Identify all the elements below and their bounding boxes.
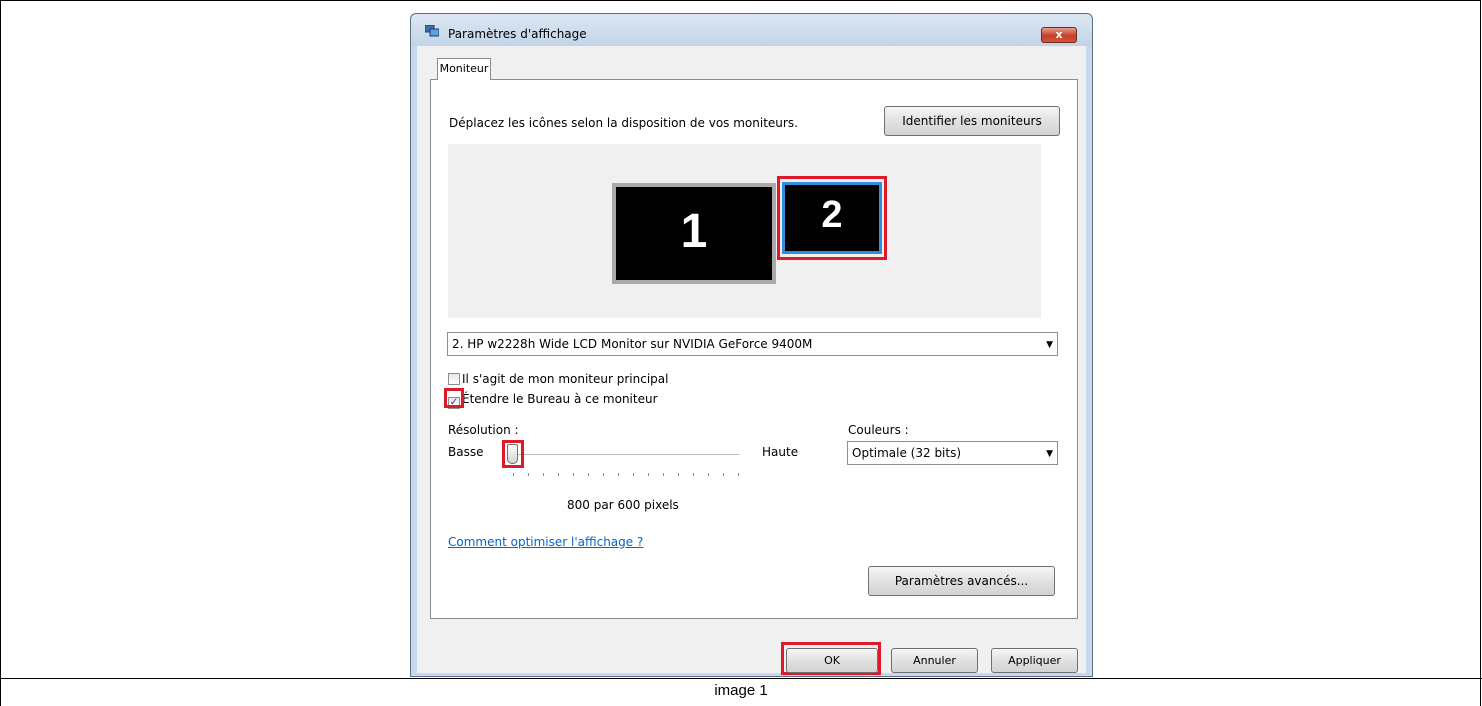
colors-select-value: Optimale (32 bits) [852, 446, 962, 460]
apply-button[interactable]: Appliquer [991, 648, 1078, 673]
extend-desktop-checkbox-row[interactable]: ✓ Étendre le Bureau à ce moniteur [448, 392, 658, 409]
monitor-1[interactable]: 1 [612, 183, 776, 284]
resolution-low-label: Basse [448, 445, 484, 459]
primary-monitor-checkbox-row[interactable]: Il s'agit de mon moniteur principal [448, 372, 668, 386]
table-divider [0, 678, 1482, 679]
document-frame: Paramètres d'affichage x Moniteur Déplac… [0, 0, 1482, 706]
colors-label: Couleurs : [848, 423, 909, 437]
ok-button[interactable]: OK [786, 648, 878, 673]
display-settings-icon [425, 25, 439, 37]
resolution-high-label: Haute [762, 445, 799, 459]
monitor-2[interactable]: 2 [782, 182, 882, 254]
tab-panel: Déplacez les icônes selon la disposition… [430, 79, 1078, 619]
tab-moniteur[interactable]: Moniteur [437, 58, 491, 80]
resolution-label: Résolution : [448, 423, 519, 437]
image-caption: image 1 [714, 682, 768, 699]
display-settings-window: Paramètres d'affichage x Moniteur Déplac… [410, 13, 1093, 677]
extend-desktop-label: Étendre le Bureau à ce moniteur [462, 392, 658, 406]
dialog-client-area: Moniteur Déplacez les icônes selon la di… [417, 46, 1086, 675]
cancel-button[interactable]: Annuler [891, 648, 978, 673]
title-bar[interactable]: Paramètres d'affichage x [411, 14, 1092, 46]
close-button[interactable]: x [1041, 27, 1077, 43]
chevron-down-icon: ▼ [1046, 340, 1053, 350]
monitor-select[interactable]: 2. HP w2228h Wide LCD Monitor sur NVIDIA… [447, 332, 1058, 356]
resolution-value: 800 par 600 pixels [567, 498, 679, 512]
window-title: Paramètres d'affichage [448, 27, 587, 41]
extend-checkbox-highlight [444, 388, 464, 408]
chevron-down-icon: ▼ [1046, 449, 1053, 459]
identify-monitors-button[interactable]: Identifier les moniteurs [884, 106, 1060, 136]
primary-monitor-checkbox[interactable] [448, 373, 460, 385]
display-help-link[interactable]: Comment optimiser l'affichage ? [448, 535, 643, 549]
resolution-slider-track[interactable] [511, 454, 739, 456]
arrangement-instruction: Déplacez les icônes selon la disposition… [449, 116, 798, 130]
colors-select[interactable]: Optimale (32 bits) ▼ [847, 441, 1058, 465]
advanced-settings-button[interactable]: Paramètres avancés... [868, 566, 1055, 596]
primary-monitor-label: Il s'agit de mon moniteur principal [462, 372, 669, 386]
resolution-slider-ticks [513, 473, 739, 477]
monitor-select-value: 2. HP w2228h Wide LCD Monitor sur NVIDIA… [452, 337, 813, 351]
resolution-slider-thumb[interactable] [507, 444, 518, 464]
